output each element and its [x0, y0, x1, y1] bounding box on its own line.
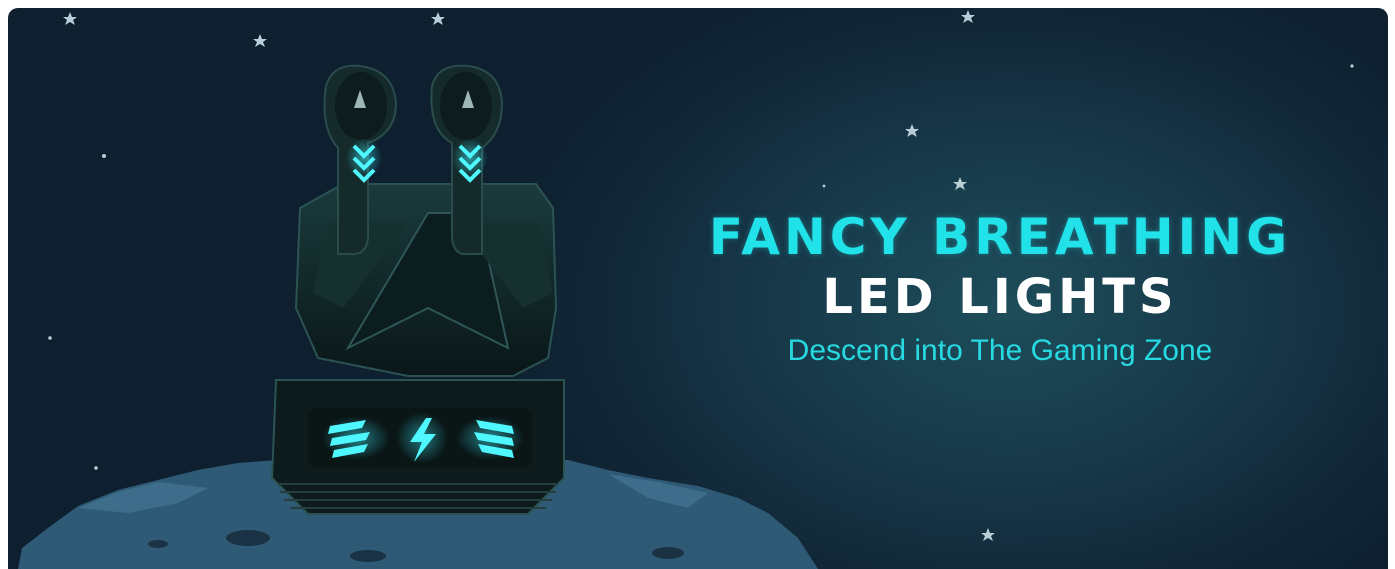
headline-line-1: FANCY BREATHING [708, 208, 1292, 266]
tagline: Descend into The Gaming Zone [787, 334, 1213, 367]
promo-banner[interactable]: FANCY BREATHING LED LIGHTS Descend into … [8, 8, 1388, 569]
charging-case-icon [270, 183, 565, 515]
headline-block: FANCY BREATHING LED LIGHTS Descend into … [670, 208, 1330, 368]
headline-line-2: LED LIGHTS [822, 269, 1178, 325]
